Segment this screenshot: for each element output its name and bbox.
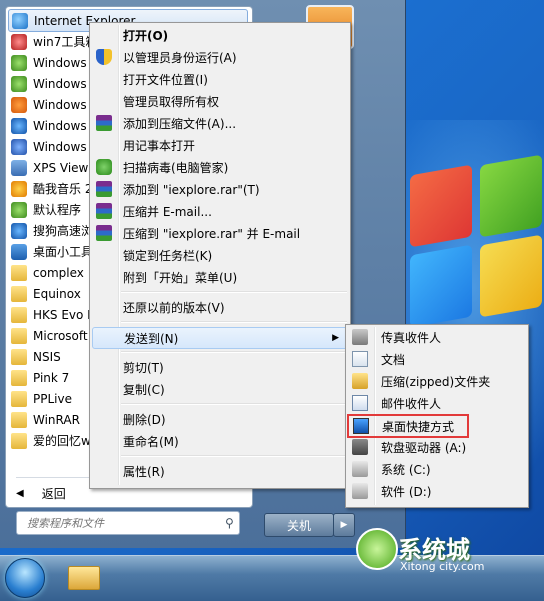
browser-icon xyxy=(11,222,27,239)
start-orb-button[interactable] xyxy=(5,558,45,598)
menu-rename[interactable]: 重命名(M) xyxy=(92,431,348,451)
menu-properties[interactable]: 属性(R) xyxy=(92,461,348,481)
documents-icon xyxy=(352,351,368,367)
gadget-icon xyxy=(11,243,27,260)
fax-icon xyxy=(352,329,368,345)
menu-open-with-notepad[interactable]: 用记事本打开 xyxy=(92,135,348,155)
folder-icon xyxy=(11,327,27,344)
chevron-right-icon: ▶ xyxy=(340,520,348,530)
shutdown-options-arrow[interactable]: ▶ xyxy=(333,513,355,537)
folder-icon xyxy=(11,369,27,386)
watermark: 系统城 Xitong city.com xyxy=(356,528,536,574)
menu-separator xyxy=(121,291,347,293)
menu-open-file-location[interactable]: 打开文件位置(I) xyxy=(92,69,348,89)
menu-run-as-admin[interactable]: 以管理员身份运行(A) xyxy=(92,47,348,67)
folder-icon xyxy=(11,285,27,302)
menu-separator xyxy=(121,403,347,405)
hard-drive-icon xyxy=(352,483,368,499)
menu-pin-start[interactable]: 附到「开始」菜单(U) xyxy=(92,267,348,287)
windows-logo xyxy=(410,154,544,340)
hard-drive-icon xyxy=(352,461,368,477)
folder-icon xyxy=(11,348,27,365)
back-arrow-icon: ◀ xyxy=(16,488,24,499)
flag-green xyxy=(480,154,542,238)
sendto-drive-c[interactable]: 系统 (C:) xyxy=(348,459,526,479)
menu-restore-versions[interactable]: 还原以前的版本(V) xyxy=(92,297,348,317)
sendto-mail[interactable]: 邮件收件人 xyxy=(348,393,526,413)
shield-icon xyxy=(96,49,112,65)
menu-separator xyxy=(121,455,347,457)
folder-icon xyxy=(11,306,27,323)
folder-icon xyxy=(68,566,100,590)
media-player-icon xyxy=(11,96,27,113)
send-to-submenu: 传真收件人 文档 压缩(zipped)文件夹 邮件收件人 桌面快捷方式 软盘驱动… xyxy=(345,324,529,508)
winrar-icon xyxy=(96,181,112,197)
update-icon xyxy=(11,117,27,134)
sendto-desktop-shortcut[interactable]: 桌面快捷方式 xyxy=(347,414,469,438)
zip-folder-icon xyxy=(352,373,368,389)
default-programs-icon xyxy=(11,201,27,218)
menu-separator xyxy=(121,321,347,323)
folder-icon xyxy=(11,264,27,281)
back-button[interactable]: ◀ 返回 xyxy=(16,485,66,502)
search-box[interactable]: ⚲ xyxy=(16,511,240,535)
menu-scan-virus[interactable]: 扫描病毒(电脑管家) xyxy=(92,157,348,177)
menu-pin-taskbar[interactable]: 锁定到任务栏(K) xyxy=(92,245,348,265)
menu-delete[interactable]: 删除(D) xyxy=(92,409,348,429)
media-player-icon xyxy=(11,54,27,71)
watermark-logo-icon xyxy=(356,528,398,570)
context-menu: 打开(O) 以管理员身份运行(A) 打开文件位置(I) 管理员取得所有权 添加到… xyxy=(89,22,351,489)
internet-explorer-icon xyxy=(12,12,28,29)
flag-blue xyxy=(410,244,472,328)
sendto-fax[interactable]: 传真收件人 xyxy=(348,327,526,347)
desktop-icon xyxy=(353,418,369,434)
music-icon xyxy=(11,180,27,197)
menu-add-to-archive[interactable]: 添加到压缩文件(A)... xyxy=(92,113,348,133)
menu-compress-email[interactable]: 压缩并 E-mail... xyxy=(92,201,348,221)
floppy-drive-icon xyxy=(352,439,368,455)
dvd-maker-icon xyxy=(11,138,27,155)
menu-compress-rar-email[interactable]: 压缩到 "iexplore.rar" 并 E-mail xyxy=(92,223,348,243)
antivirus-icon xyxy=(96,159,112,175)
menu-cut[interactable]: 剪切(T) xyxy=(92,357,348,377)
folder-icon xyxy=(11,432,27,449)
shutdown-button[interactable]: 关机 xyxy=(264,513,334,537)
toolbox-icon xyxy=(11,33,27,50)
winrar-icon xyxy=(96,225,112,241)
sendto-floppy[interactable]: 软盘驱动器 (A:) xyxy=(348,437,526,457)
menu-open[interactable]: 打开(O) xyxy=(92,25,348,45)
media-center-icon xyxy=(11,75,27,92)
flag-yellow xyxy=(480,234,542,318)
sendto-zip[interactable]: 压缩(zipped)文件夹 xyxy=(348,371,526,391)
sendto-documents[interactable]: 文档 xyxy=(348,349,526,369)
folder-icon xyxy=(11,390,27,407)
search-icon[interactable]: ⚲ xyxy=(225,516,239,530)
mail-icon xyxy=(352,395,368,411)
menu-send-to[interactable]: 发送到(N) ▶ xyxy=(92,327,348,349)
submenu-arrow-icon: ▶ xyxy=(332,333,339,343)
winrar-icon xyxy=(96,203,112,219)
winrar-icon xyxy=(96,115,112,131)
taskbar-explorer-button[interactable] xyxy=(60,560,108,596)
sendto-drive-d[interactable]: 软件 (D:) xyxy=(348,481,526,501)
search-input[interactable] xyxy=(25,515,221,531)
flag-red xyxy=(410,164,472,248)
folder-icon xyxy=(11,411,27,428)
xps-viewer-icon xyxy=(11,159,27,176)
menu-separator xyxy=(121,351,347,353)
menu-copy[interactable]: 复制(C) xyxy=(92,379,348,399)
menu-take-ownership[interactable]: 管理员取得所有权 xyxy=(92,91,348,111)
menu-add-to-rar[interactable]: 添加到 "iexplore.rar"(T) xyxy=(92,179,348,199)
